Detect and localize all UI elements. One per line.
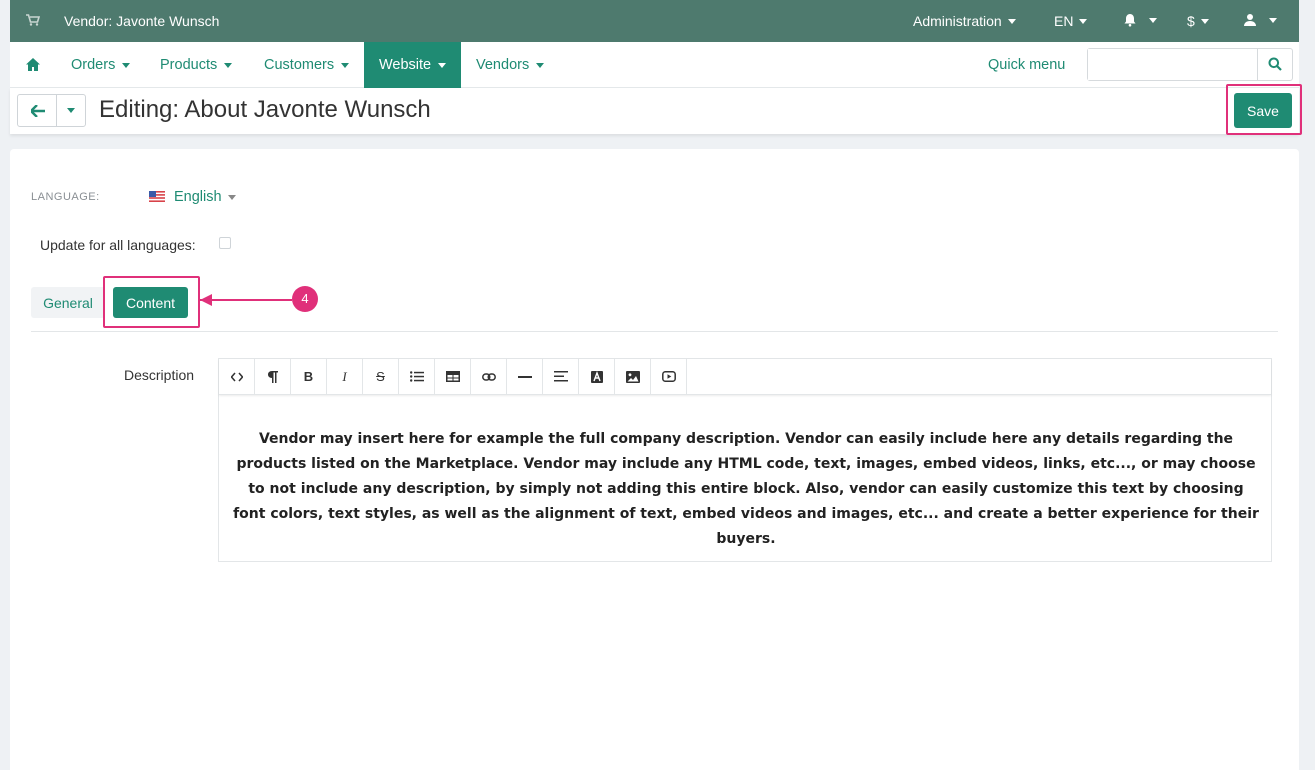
nav-orders-label: Orders xyxy=(71,57,116,73)
bold-icon: B xyxy=(303,369,314,384)
language-menu[interactable]: EN xyxy=(1054,13,1088,29)
align-button[interactable] xyxy=(543,359,579,394)
search-button[interactable] xyxy=(1257,49,1292,80)
nav-vendors-label: Vendors xyxy=(476,57,530,73)
page-title: Editing: About Javonte Wunsch xyxy=(99,96,431,123)
home-icon[interactable] xyxy=(26,58,40,71)
chevron-down-icon xyxy=(1007,18,1016,24)
tab-content[interactable]: Content xyxy=(113,287,188,318)
back-dropdown-toggle[interactable] xyxy=(57,95,85,126)
title-bar: Editing: About Javonte Wunsch Save xyxy=(10,84,1302,135)
chevron-down-icon xyxy=(1149,17,1157,23)
link-icon xyxy=(481,372,496,381)
video-button[interactable] xyxy=(651,359,687,394)
chevron-down-icon xyxy=(227,194,236,200)
table-icon xyxy=(445,371,460,382)
administration-menu[interactable]: Administration xyxy=(913,13,1016,29)
chevron-down-icon xyxy=(1079,18,1088,24)
main-nav: Orders Products Customers Website Vendor… xyxy=(10,42,1299,88)
chevron-down-icon xyxy=(224,62,233,68)
bulleted-list-button[interactable] xyxy=(399,359,435,394)
italic-button[interactable]: I xyxy=(327,359,363,394)
nav-customers-label: Customers xyxy=(264,57,335,73)
nav-website[interactable]: Website xyxy=(364,42,462,88)
search-box xyxy=(1087,48,1293,81)
align-left-icon xyxy=(553,371,568,382)
bold-button[interactable]: B xyxy=(291,359,327,394)
tabs-divider xyxy=(31,331,1278,332)
search-icon xyxy=(1268,57,1282,71)
horizontal-rule-button[interactable] xyxy=(507,359,543,394)
link-button[interactable] xyxy=(471,359,507,394)
user-icon xyxy=(1244,14,1256,26)
chevron-down-icon xyxy=(122,62,131,68)
language-label: LANGUAGE: xyxy=(31,191,100,203)
back-arrow-icon xyxy=(31,105,45,117)
nav-products[interactable]: Products xyxy=(160,42,233,88)
editor-toolbar: B I S xyxy=(219,359,1271,395)
chevron-down-icon xyxy=(536,62,545,68)
chevron-down-icon xyxy=(438,62,447,68)
update-all-languages-checkbox[interactable] xyxy=(219,237,231,249)
nav-orders[interactable]: Orders xyxy=(71,42,131,88)
chevron-down-icon xyxy=(1269,17,1277,23)
vendor-label[interactable]: Vendor: Javonte Wunsch xyxy=(64,13,219,29)
content-card: LANGUAGE: English Update for all languag… xyxy=(10,149,1299,770)
bell-icon xyxy=(1124,14,1136,27)
back-button[interactable] xyxy=(18,95,58,126)
strikethrough-button[interactable]: S xyxy=(363,359,399,394)
nav-website-label: Website xyxy=(379,57,432,73)
code-view-button[interactable] xyxy=(219,359,255,394)
font-color-button[interactable] xyxy=(579,359,615,394)
nav-vendors[interactable]: Vendors xyxy=(476,42,545,88)
search-input[interactable] xyxy=(1088,49,1258,80)
description-content[interactable]: Vendor may insert here for example the f… xyxy=(233,427,1259,552)
description-label: Description xyxy=(124,367,195,383)
image-icon xyxy=(625,370,640,383)
description-editor: B I S Vendor may insert here for example… xyxy=(218,358,1272,562)
italic-icon: I xyxy=(342,368,347,384)
callout-number: 4 xyxy=(301,291,309,306)
language-code: EN xyxy=(1054,13,1074,29)
nav-products-label: Products xyxy=(160,57,218,73)
tab-general[interactable]: General xyxy=(31,287,105,318)
language-selector[interactable]: English xyxy=(174,189,236,205)
table-button[interactable] xyxy=(435,359,471,394)
video-icon xyxy=(661,371,676,382)
quick-menu-link[interactable]: Quick menu xyxy=(988,57,1065,73)
top-bar: Vendor: Javonte Wunsch Administration EN… xyxy=(10,0,1299,42)
flag-us-icon xyxy=(149,191,165,202)
list-icon xyxy=(409,371,424,382)
currency-symbol: $ xyxy=(1187,13,1195,29)
chevron-down-icon xyxy=(67,108,76,113)
user-menu[interactable] xyxy=(1243,13,1277,27)
back-button-group xyxy=(17,94,86,127)
horizontal-rule-icon xyxy=(517,375,532,378)
notifications-menu[interactable] xyxy=(1123,13,1157,27)
nav-customers[interactable]: Customers xyxy=(264,42,350,88)
image-button[interactable] xyxy=(615,359,651,394)
language-value: English xyxy=(174,189,222,205)
update-all-languages-label: Update for all languages: xyxy=(40,237,196,253)
paragraph-icon xyxy=(267,370,278,383)
strikethrough-icon: S xyxy=(376,369,385,384)
paragraph-button[interactable] xyxy=(255,359,291,394)
administration-label: Administration xyxy=(913,13,1002,29)
currency-menu[interactable]: $ xyxy=(1187,13,1209,29)
code-icon xyxy=(230,372,243,381)
cart-icon[interactable] xyxy=(26,14,40,26)
font-color-icon xyxy=(590,370,603,383)
chevron-down-icon xyxy=(1200,18,1209,24)
chevron-down-icon xyxy=(341,62,350,68)
save-button[interactable]: Save xyxy=(1234,93,1292,128)
